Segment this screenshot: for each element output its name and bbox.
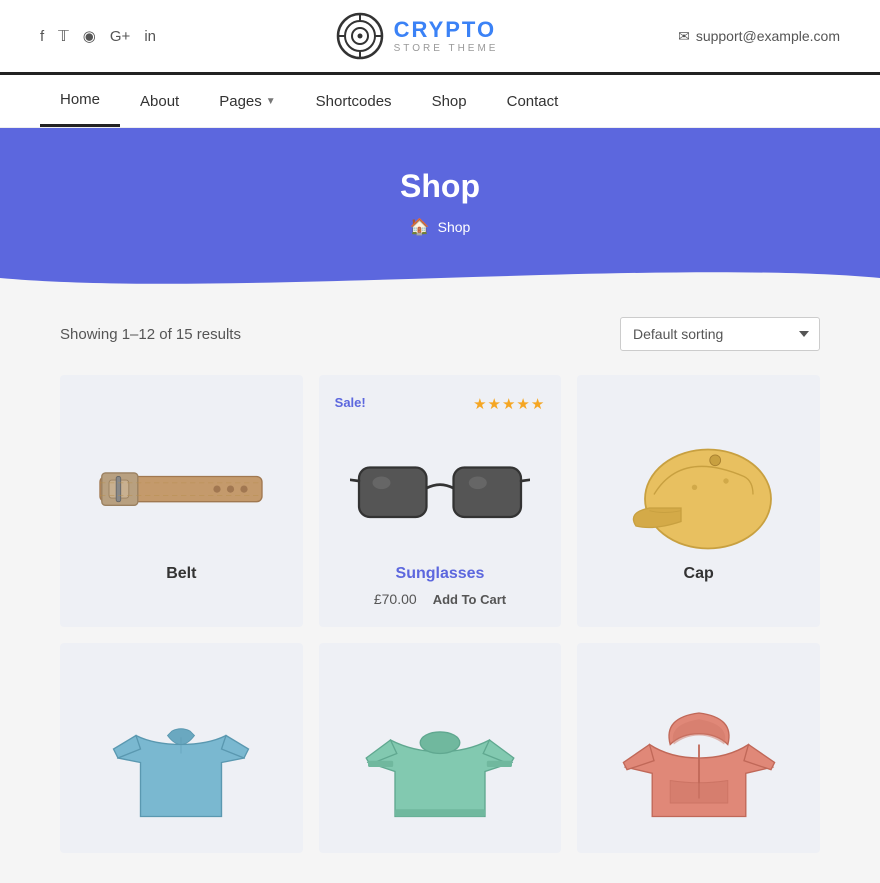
linkedin-icon[interactable]: in (144, 28, 156, 45)
product-card-top-sunglasses: Sale! ★★★★★ (335, 395, 546, 417)
shop-toolbar: Showing 1–12 of 15 results Default sorti… (60, 317, 820, 351)
contact-info: ✉ support@example.com (678, 28, 840, 45)
results-text: Showing 1–12 of 15 results (60, 326, 241, 343)
product-price-row-sunglasses: £70.00 Add To Cart (374, 591, 506, 607)
top-bar: f 𝕋 ◉ G+ in CRYPTO STORE THEME ✉ support… (0, 0, 880, 72)
product-name-belt: Belt (166, 565, 196, 583)
facebook-icon[interactable]: f (40, 28, 44, 45)
main-content: Showing 1–12 of 15 results Default sorti… (0, 287, 880, 883)
add-to-cart-sunglasses[interactable]: Add To Cart (433, 592, 506, 607)
product-card-sweater (319, 643, 562, 853)
sunglasses-image (350, 440, 530, 540)
sweater-image (350, 698, 530, 818)
product-card-top-sweater (335, 663, 546, 685)
logo[interactable]: CRYPTO STORE THEME (336, 12, 499, 60)
breadcrumb-current: Shop (438, 219, 471, 235)
product-name-sunglasses[interactable]: Sunglasses (396, 565, 485, 583)
home-icon: 🏠 (410, 217, 430, 237)
pages-dropdown-arrow: ▼ (266, 96, 276, 107)
social-icons: f 𝕋 ◉ G+ in (40, 27, 156, 45)
shirt-image (91, 698, 271, 818)
product-price-sunglasses: £70.00 (374, 591, 417, 607)
logo-text: CRYPTO STORE THEME (394, 18, 499, 53)
nav-bar: Home About Pages ▼ Shortcodes Shop Conta… (0, 72, 880, 128)
cap-image (609, 430, 789, 550)
belt-image-area (76, 425, 287, 555)
sunglasses-image-area (335, 425, 546, 555)
product-card-top-cap (593, 395, 804, 417)
hero-banner: Shop 🏠 Shop (0, 128, 880, 287)
sort-select[interactable]: Default sorting Sort by popularity Sort … (620, 317, 820, 351)
nav-home[interactable]: Home (40, 75, 120, 127)
hoodie-image (609, 698, 789, 818)
googleplus-icon[interactable]: G+ (110, 28, 130, 45)
logo-icon (336, 12, 384, 60)
nav-about[interactable]: About (120, 77, 199, 126)
product-card-belt: Belt (60, 375, 303, 627)
nav-shop[interactable]: Shop (412, 77, 487, 126)
instagram-icon[interactable]: ◉ (83, 27, 96, 45)
twitter-icon[interactable]: 𝕋 (58, 27, 69, 45)
product-card-shirt (60, 643, 303, 853)
hero-wave (0, 258, 880, 288)
sale-badge-sunglasses: Sale! (335, 395, 366, 417)
contact-email: support@example.com (696, 28, 840, 44)
hero-title: Shop (20, 168, 860, 205)
stars-sunglasses: ★★★★★ (473, 395, 545, 417)
logo-sub: STORE THEME (394, 43, 499, 54)
product-name-cap: Cap (684, 565, 714, 583)
product-card-hoodie (577, 643, 820, 853)
sweater-image-area (335, 693, 546, 823)
nav-shortcodes[interactable]: Shortcodes (296, 77, 412, 126)
breadcrumb: 🏠 Shop (20, 217, 860, 237)
product-card-sunglasses[interactable]: Sale! ★★★★★ (319, 375, 562, 627)
nav-pages[interactable]: Pages ▼ (199, 77, 295, 126)
belt-image (91, 445, 271, 535)
email-icon: ✉ (678, 28, 690, 45)
cap-image-area (593, 425, 804, 555)
hoodie-image-area (593, 693, 804, 823)
shirt-image-area (76, 693, 287, 823)
product-grid: Belt Sale! ★★★★★ (60, 375, 820, 853)
nav-contact[interactable]: Contact (487, 77, 579, 126)
product-card-cap: Cap (577, 375, 820, 627)
product-card-top-hoodie (593, 663, 804, 685)
logo-main: CRYPTO (394, 18, 499, 42)
product-card-top-belt (76, 395, 287, 417)
product-card-top-shirt (76, 663, 287, 685)
